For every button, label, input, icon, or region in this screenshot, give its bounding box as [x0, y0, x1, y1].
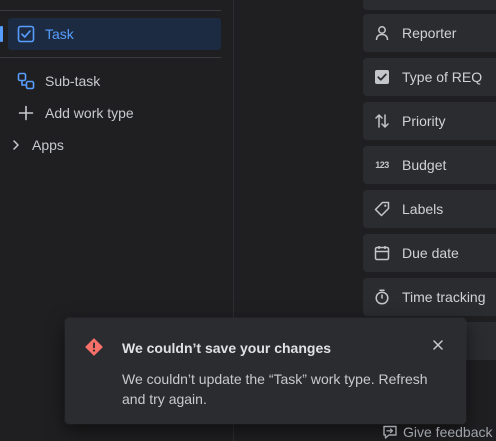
sidebar-item-label: Task	[45, 26, 74, 42]
feedback-icon	[382, 424, 398, 440]
sort-arrows-icon	[373, 112, 391, 130]
error-flag: We couldn’t save your changes We couldn’…	[65, 318, 466, 424]
chevron-right-icon	[6, 135, 26, 155]
field-label: Type of REQ	[402, 69, 483, 85]
field-due-date[interactable]: Due date	[363, 234, 496, 272]
checkbox-filled-icon	[373, 68, 391, 86]
field-label: Reporter	[402, 25, 457, 41]
app-root: Task Sub-task Add work type Apps Reporte…	[0, 0, 496, 441]
divider	[0, 10, 221, 11]
field-label: Time tracking	[402, 289, 486, 305]
field-label: Due date	[402, 245, 459, 261]
field-budget[interactable]: 123 Budget	[363, 146, 496, 184]
error-title: We couldn’t save your changes	[122, 340, 332, 356]
tag-icon	[373, 200, 391, 218]
sidebar-item-label: Sub-task	[45, 73, 101, 89]
give-feedback-button[interactable]: Give feedback	[382, 423, 496, 441]
subtask-icon	[16, 71, 36, 91]
calendar-icon	[373, 244, 391, 262]
close-button[interactable]	[431, 338, 445, 352]
selected-indicator	[0, 26, 3, 42]
add-work-type-button[interactable]: Add work type	[8, 97, 221, 129]
field-labels[interactable]: Labels	[363, 190, 496, 228]
checkbox-icon	[16, 24, 36, 44]
field-time-tracking[interactable]: Time tracking	[363, 278, 496, 316]
number-icon: 123	[375, 160, 389, 170]
sidebar-item-task[interactable]: Task	[8, 18, 221, 50]
field-item[interactable]	[363, 0, 496, 10]
close-icon	[433, 340, 443, 350]
sidebar-item-apps[interactable]: Apps	[8, 129, 221, 161]
sidebar-item-label: Apps	[32, 137, 64, 153]
divider	[0, 57, 221, 58]
sidebar-item-subtask[interactable]: Sub-task	[8, 65, 221, 97]
field-label: Labels	[402, 201, 444, 217]
stopwatch-icon	[373, 288, 391, 306]
field-label: Priority	[402, 113, 446, 129]
error-diamond-icon	[85, 338, 103, 356]
feedback-label: Give feedback	[403, 424, 493, 440]
field-priority[interactable]: Priority	[363, 102, 496, 140]
person-icon	[373, 24, 391, 42]
field-label: Budget	[402, 157, 447, 173]
sidebar-item-label: Add work type	[45, 105, 134, 121]
error-message: We couldn’t update the “Task” work type.…	[122, 371, 428, 407]
plus-icon	[16, 103, 36, 123]
field-reporter[interactable]: Reporter	[363, 14, 496, 52]
field-type-of-req[interactable]: Type of REQ	[363, 58, 496, 96]
